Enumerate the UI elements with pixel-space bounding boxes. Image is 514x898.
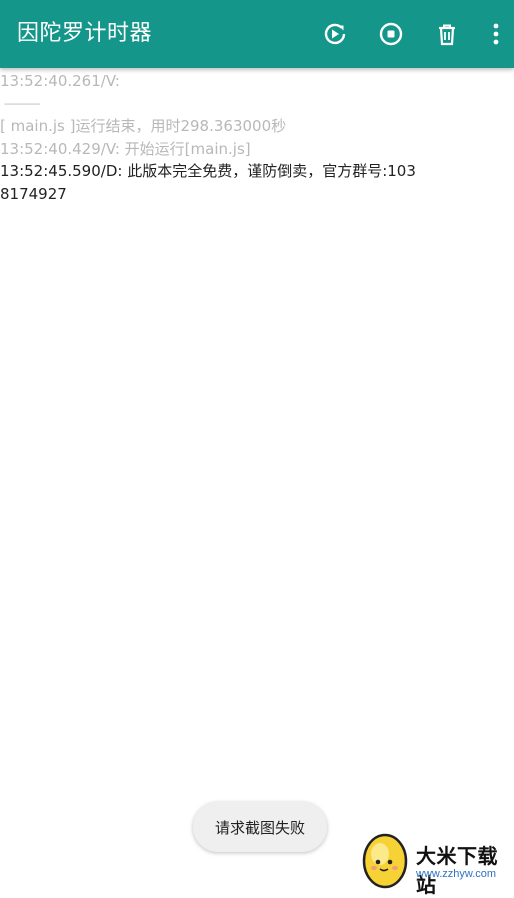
rerun-button[interactable] (319, 18, 351, 50)
watermark-url: www.zzhyw.com (416, 868, 497, 880)
stop-icon (379, 22, 403, 46)
toast-message: 请求截图失败 (193, 802, 327, 852)
more-options-button[interactable] (482, 18, 510, 50)
log-separator: ------------ (4, 96, 41, 110)
rerun-icon (324, 23, 346, 45)
more-vert-icon (493, 23, 499, 45)
console-log: 13:52:40.261/V: ------------ [ main.js ]… (0, 70, 420, 205)
log-line: 13:52:45.590/D: 此版本完全免费，谨防倒卖，官方群号:103817… (0, 162, 416, 203)
log-line: 13:52:40.261/V: (0, 72, 120, 90)
corn-mascot-logo (362, 833, 408, 889)
delete-icon (439, 24, 455, 46)
delete-button[interactable] (431, 18, 463, 50)
app-bar: 因陀罗计时器 (0, 0, 514, 68)
log-line: [ main.js ]运行结束，用时298.363000秒 (0, 117, 287, 135)
log-line: 13:52:40.429/V: 开始运行[main.js] (0, 139, 251, 158)
app-title: 因陀罗计时器 (17, 21, 153, 46)
site-watermark: 大米下载站 www.zzhyw.com (358, 828, 514, 897)
stop-button[interactable] (375, 18, 407, 50)
